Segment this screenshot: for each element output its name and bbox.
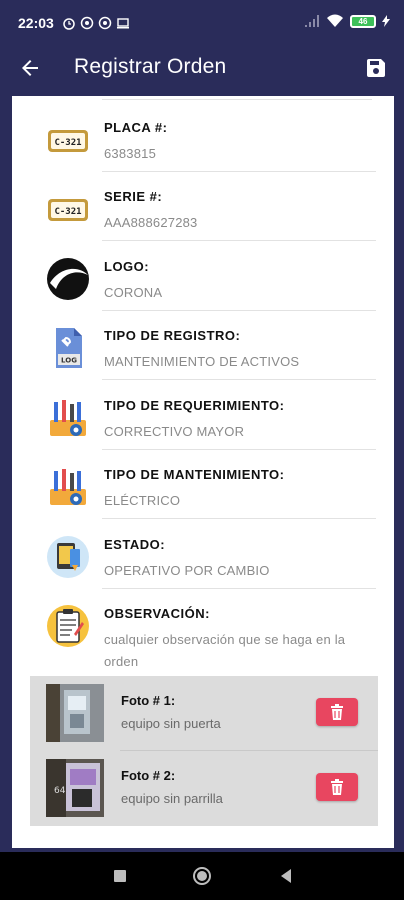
field-label: ESTADO: [104, 537, 166, 552]
field-tipo-requerimiento: TIPO DE REQUERIMIENTO: CORRECTIVO MAYOR [12, 380, 394, 450]
back-button-icon[interactable] [276, 866, 296, 886]
photo-thumbnail[interactable] [46, 684, 104, 742]
photo-description: equipo sin puerta [121, 716, 221, 731]
svg-text:LOG: LOG [61, 357, 77, 365]
field-label: TIPO DE REQUERIMIENTO: [104, 398, 285, 413]
field-logo: LOGO: CORONA [12, 241, 394, 311]
app-notification-icon [80, 16, 94, 30]
tools-icon [50, 469, 86, 505]
field-tipo-registro: LOG TIPO DE REGISTRO: MANTENIMIENTO DE A… [12, 310, 394, 380]
battery-icon: 46 [350, 14, 376, 28]
field-value: 6383815 [104, 146, 157, 161]
trash-icon [331, 704, 343, 720]
logo-icon [47, 258, 89, 300]
field-label: TIPO DE REGISTRO: [104, 328, 241, 343]
photo-item: 64 Foto # 2: equipo sin parrilla [30, 751, 378, 826]
page-title: Registrar Orden [74, 55, 227, 78]
field-value: CORRECTIVO MAYOR [104, 424, 245, 439]
field-observacion: OBSERVACIÓN: cualquier observación que s… [12, 588, 394, 672]
plate-icon: C-321 [48, 199, 88, 221]
field-label: PLACA #: [104, 120, 168, 135]
charging-icon [382, 15, 390, 27]
app-header: Registrar Orden [0, 40, 404, 96]
field-label: SERIE #: [104, 189, 163, 204]
photo-title: Foto # 1: [121, 693, 176, 708]
wifi-icon [327, 14, 343, 27]
field-tipo-mantenimiento: TIPO DE MANTENIMIENTO: ELÉCTRICO [12, 449, 394, 519]
status-notification-icons [62, 16, 130, 30]
alarm-icon [63, 18, 75, 30]
laptop-icon [116, 18, 129, 29]
photo-list: Foto # 1: equipo sin puerta 64 Foto # 2:… [30, 676, 378, 826]
order-detail-card: C-321 PLACA #: 6383815 C-321 SERIE #: AA… [10, 96, 396, 848]
field-estado: ESTADO: OPERATIVO POR CAMBIO [12, 519, 394, 589]
system-nav-bar [0, 852, 404, 900]
field-value: AAA888627283 [104, 215, 198, 230]
home-button-icon[interactable] [192, 866, 212, 886]
field-value: ELÉCTRICO [104, 493, 181, 508]
recents-button-icon[interactable] [110, 866, 130, 886]
signal-icon [305, 15, 319, 27]
field-value: CORONA [104, 285, 163, 300]
back-arrow-icon[interactable] [18, 56, 42, 80]
svg-text:C-321: C-321 [54, 207, 81, 217]
clipboard-icon [47, 605, 89, 647]
field-value: OPERATIVO POR CAMBIO [104, 563, 270, 578]
plate-icon: C-321 [48, 130, 88, 152]
delete-photo-button[interactable] [316, 773, 358, 801]
field-serie: C-321 SERIE #: AAA888627283 [12, 171, 394, 241]
battery-level: 46 [358, 16, 368, 26]
photo-description: equipo sin parrilla [121, 791, 223, 806]
field-label: TIPO DE MANTENIMIENTO: [104, 467, 285, 482]
photo-title: Foto # 2: [121, 768, 176, 783]
save-icon[interactable] [364, 56, 388, 80]
photo-thumbnail[interactable]: 64 [46, 759, 104, 817]
status-device-icon [47, 536, 89, 578]
tools-icon [50, 400, 86, 436]
field-placa: C-321 PLACA #: 6383815 [12, 102, 394, 172]
svg-text:64: 64 [54, 786, 66, 796]
status-time: 22:03 [18, 15, 54, 31]
delete-photo-button[interactable] [316, 698, 358, 726]
field-label: LOGO: [104, 259, 150, 274]
field-value: MANTENIMIENTO DE ACTIVOS [104, 354, 300, 369]
log-file-icon: LOG [56, 328, 82, 368]
field-value: cualquier observación que se haga en la … [104, 632, 346, 669]
photo-item: Foto # 1: equipo sin puerta [30, 676, 378, 751]
app-notification-icon [98, 16, 112, 30]
svg-text:C-321: C-321 [54, 138, 81, 148]
trash-icon [331, 779, 343, 795]
field-label: OBSERVACIÓN: [104, 606, 210, 621]
divider [102, 99, 372, 100]
